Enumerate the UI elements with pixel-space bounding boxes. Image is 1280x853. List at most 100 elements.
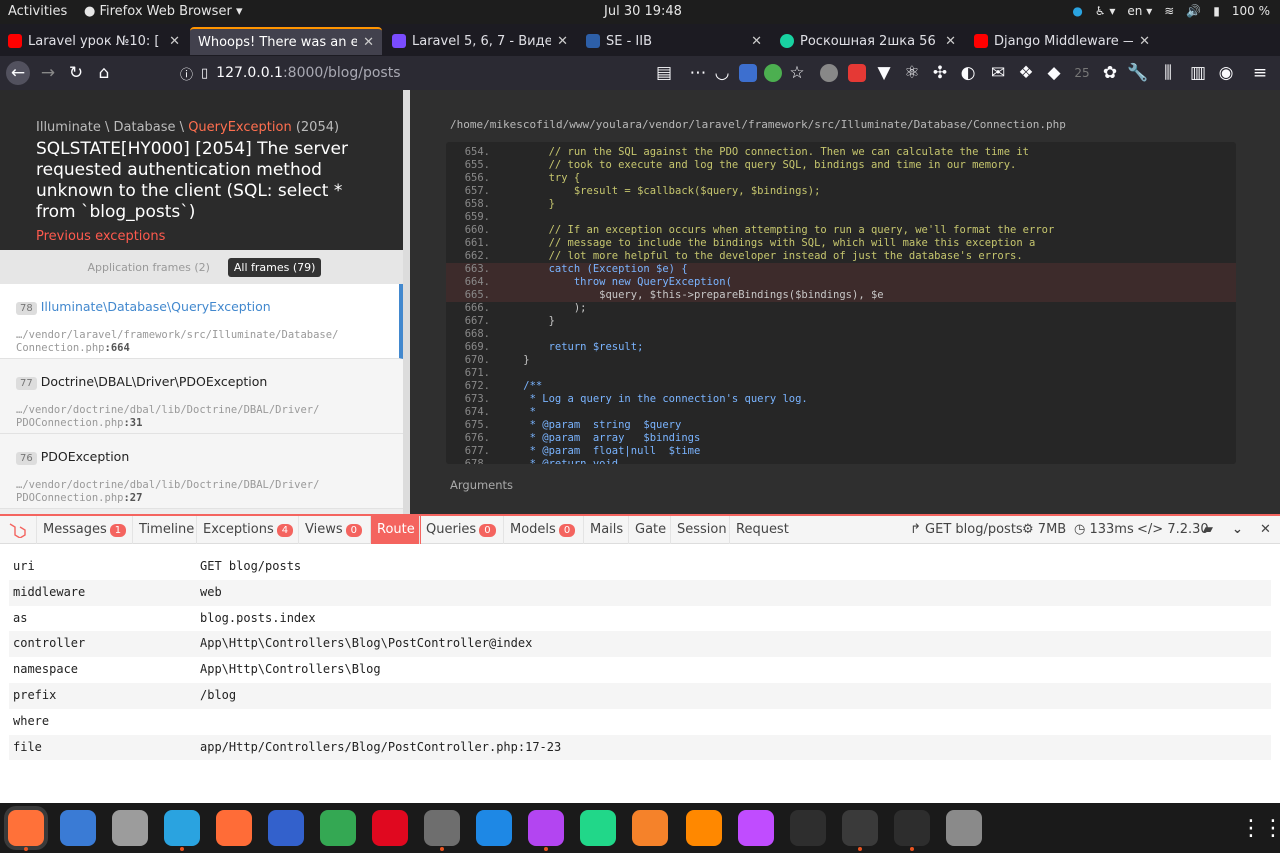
debugbar-tab-gate[interactable]: Gate: [628, 516, 672, 544]
tab-se-iib[interactable]: SE - IIB ✕: [578, 27, 770, 55]
code-file-path[interactable]: /home/mikescofild/www/youlara/vendor/lar…: [450, 118, 1066, 131]
wifi-icon[interactable]: ≋: [1164, 4, 1174, 18]
php-version-indicator[interactable]: </> 7.2.30: [1137, 516, 1209, 544]
debugbar-tab-views[interactable]: Views 0: [298, 516, 368, 544]
tab-laravel-video[interactable]: Laravel 5, 6, 7 - Видеоу ✕: [384, 27, 576, 55]
mail-client-icon[interactable]: [60, 810, 96, 846]
chrome-icon[interactable]: [320, 810, 356, 846]
opera-icon[interactable]: [372, 810, 408, 846]
code-line: 673. * Log a query in the connection's q…: [446, 393, 1236, 406]
mail-icon[interactable]: ✉: [986, 61, 1010, 85]
debugbar-tab-queries[interactable]: Queries 0: [419, 516, 502, 544]
gem-icon[interactable]: ◆: [1042, 61, 1066, 85]
accessibility-icon[interactable]: ♿ ▾: [1095, 4, 1116, 18]
page-actions-icon[interactable]: ⋯: [686, 61, 710, 85]
volume-icon[interactable]: 🔊: [1186, 4, 1201, 18]
files-icon[interactable]: [112, 810, 148, 846]
firefox-icon[interactable]: [8, 810, 44, 846]
open-folder-icon[interactable]: ▰: [1203, 516, 1213, 544]
vue-devtools-icon[interactable]: ▼: [872, 61, 896, 85]
library-icon[interactable]: ⫼: [1156, 61, 1180, 85]
stack-frame[interactable]: 77 Doctrine\DBAL\Driver\PDOException …/ve…: [0, 359, 403, 434]
debugbar-tab-request[interactable]: Request: [729, 516, 795, 544]
time-indicator[interactable]: ◷ 133ms: [1074, 516, 1134, 544]
route-indicator[interactable]: ↱ GET blog/posts: [910, 516, 1023, 544]
close-icon[interactable]: ✕: [945, 34, 956, 49]
close-icon[interactable]: ✕: [1139, 34, 1150, 49]
url-bar[interactable]: ⓘ ▯ 127.0.0.1 :8000/blog/posts: [180, 59, 680, 87]
hamburger-menu-icon[interactable]: ≡: [1248, 61, 1272, 85]
music-icon[interactable]: [790, 810, 826, 846]
minimize-debugbar-icon[interactable]: ⌄: [1232, 516, 1243, 544]
postman-icon[interactable]: [216, 810, 252, 846]
home-button[interactable]: ⌂: [92, 61, 116, 85]
extension-circle-icon[interactable]: [820, 64, 838, 82]
phpstorm-icon[interactable]: [528, 810, 564, 846]
close-icon[interactable]: ✕: [169, 34, 180, 49]
debugbar-tab-label: Queries: [426, 522, 477, 537]
tab-apartment[interactable]: Роскошная 2шка 56 м ✕: [772, 27, 964, 55]
stack-frame[interactable]: 76 PDOException …/vendor/doctrine/dbal/li…: [0, 434, 403, 509]
vscode-icon[interactable]: [476, 810, 512, 846]
simplenote-icon[interactable]: [268, 810, 304, 846]
info-icon[interactable]: ⓘ: [180, 64, 193, 83]
close-debugbar-icon[interactable]: ✕: [1260, 516, 1271, 544]
network-icon[interactable]: ✣: [928, 61, 952, 85]
react-devtools-icon[interactable]: ⚛: [900, 61, 924, 85]
app-menu[interactable]: ● Firefox Web Browser ▾: [84, 4, 242, 19]
close-icon[interactable]: ✕: [363, 35, 374, 50]
panel-divider[interactable]: [403, 90, 410, 514]
debugbar-tab-timeline[interactable]: Timeline: [132, 516, 200, 544]
back-button[interactable]: ←: [6, 61, 30, 85]
debugbar-tab-exceptions[interactable]: Exceptions 4: [196, 516, 299, 544]
vlc-icon[interactable]: [686, 810, 722, 846]
laravel-logo-icon[interactable]: [8, 522, 26, 538]
debugbar-tab-messages[interactable]: Messages 1: [36, 516, 132, 544]
telegram-icon[interactable]: [164, 810, 200, 846]
clock[interactable]: Jul 30 19:48: [604, 4, 682, 19]
reader-view-icon[interactable]: ▤: [652, 61, 676, 85]
extension-swirl-icon[interactable]: ◐: [956, 61, 980, 85]
stack-frame[interactable]: 78 Illuminate\Database\QueryException …/v…: [0, 284, 403, 359]
previous-exceptions-link[interactable]: Previous exceptions: [36, 229, 367, 244]
memory-indicator[interactable]: ⚙ 7MB: [1022, 516, 1066, 544]
close-icon[interactable]: ✕: [751, 34, 762, 49]
tab-laravel-lesson[interactable]: Laravel урок №10: [ Вы ✕: [0, 27, 188, 55]
account-icon[interactable]: ◉: [1214, 61, 1238, 85]
debugbar-tab-models[interactable]: Models 0: [503, 516, 581, 544]
bug-icon[interactable]: [764, 64, 782, 82]
dropbox-icon[interactable]: ❖: [1014, 61, 1038, 85]
reload-button[interactable]: ↻: [64, 61, 88, 85]
tab-whoops[interactable]: Whoops! There was an erro ✕: [190, 27, 382, 55]
git-client-icon[interactable]: [632, 810, 668, 846]
language-indicator[interactable]: en ▾: [1127, 4, 1152, 18]
application-frames-tab[interactable]: Application frames (2): [82, 258, 216, 277]
system-monitor-icon[interactable]: [842, 810, 878, 846]
usb-drive-icon[interactable]: [946, 810, 982, 846]
wrench-icon[interactable]: 🔧: [1126, 61, 1150, 85]
terminal-icon[interactable]: [894, 810, 930, 846]
close-icon[interactable]: ✕: [557, 34, 568, 49]
battery-icon[interactable]: ▮: [1213, 4, 1220, 18]
forward-button[interactable]: →: [36, 61, 60, 85]
settings-icon[interactable]: [424, 810, 460, 846]
kite-icon[interactable]: [738, 810, 774, 846]
running-indicator: [910, 847, 914, 851]
tab-django-middleware[interactable]: Django Middleware — ✕: [966, 27, 1158, 55]
pycharm-icon[interactable]: [580, 810, 616, 846]
translate-icon[interactable]: [739, 64, 757, 82]
show-applications-icon[interactable]: ⋮⋮⋮: [1240, 818, 1280, 844]
all-frames-tab[interactable]: All frames (79): [227, 257, 322, 277]
bookmark-star-icon[interactable]: ☆: [785, 61, 809, 85]
counter-badge-icon[interactable]: 25: [1070, 61, 1094, 85]
telegram-tray-icon[interactable]: ●: [1072, 4, 1082, 18]
sidebar-icon[interactable]: ▥: [1186, 61, 1210, 85]
screenshot-icon[interactable]: [848, 64, 866, 82]
paw-icon[interactable]: ✿: [1098, 61, 1122, 85]
debugbar-tab-session[interactable]: Session: [670, 516, 733, 544]
code-line: 658. }: [446, 198, 1236, 211]
pocket-icon[interactable]: ◡: [710, 61, 734, 85]
debugbar-tab-route[interactable]: Route: [370, 516, 421, 544]
activities-button[interactable]: Activities: [8, 4, 67, 19]
debugbar-tab-mails[interactable]: Mails: [583, 516, 629, 544]
